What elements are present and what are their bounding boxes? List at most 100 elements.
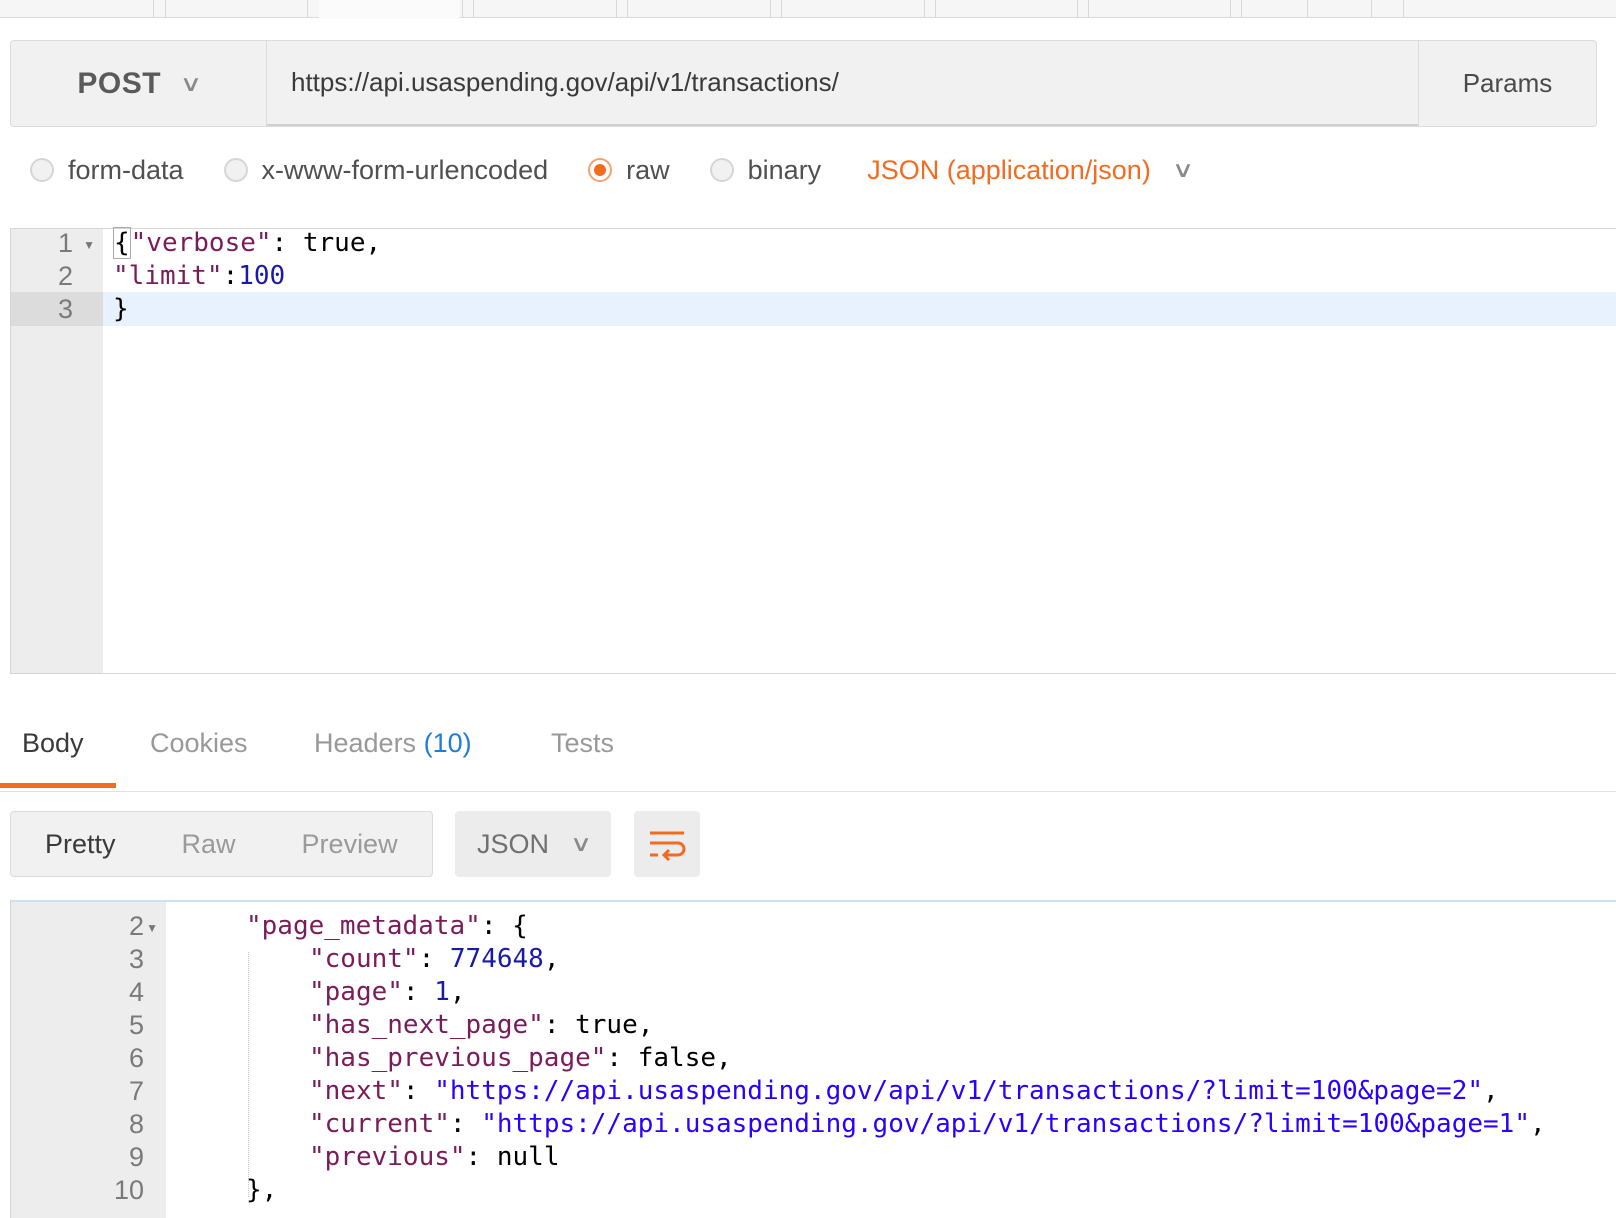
tab-separator bbox=[935, 0, 936, 18]
format-label: JSON bbox=[477, 828, 550, 859]
code-text: "next": "https://api.usaspending.gov/api… bbox=[166, 1076, 1499, 1106]
editor-line-active: 3 } bbox=[11, 292, 1616, 326]
line-number: 9 bbox=[128, 1141, 144, 1172]
json-separator: : bbox=[480, 911, 513, 941]
editor-line: 2 "limit":100 bbox=[11, 259, 1616, 293]
response-body-viewer[interactable]: 2 ▼ "page_metadata": { 3 "count": 774648,… bbox=[10, 900, 1616, 1218]
code-text: "has_next_page": true, bbox=[166, 1010, 653, 1040]
json-separator: : bbox=[402, 977, 435, 1007]
tab-cookies[interactable]: Cookies bbox=[150, 728, 248, 759]
line-number: 2 bbox=[57, 260, 73, 291]
line-number-text: 1 bbox=[57, 227, 73, 258]
code-text: "has_previous_page": false, bbox=[166, 1043, 732, 1073]
radio-form-data[interactable]: form-data bbox=[30, 155, 184, 186]
view-mode-group: Pretty Raw Preview bbox=[10, 811, 433, 877]
radio-button[interactable] bbox=[30, 158, 54, 182]
view-preview-button[interactable]: Preview bbox=[302, 829, 398, 860]
response-line: 5 "has_next_page": true, bbox=[11, 1008, 1616, 1042]
response-tabs: Body Cookies Headers (10) Tests bbox=[0, 700, 1616, 792]
line-number: 4 bbox=[128, 976, 144, 1007]
json-key: "next" bbox=[309, 1076, 403, 1106]
fold-arrow-icon[interactable]: ▼ bbox=[146, 921, 158, 935]
response-line: 9 "previous": null bbox=[11, 1140, 1616, 1174]
code-text: }, bbox=[246, 1175, 278, 1205]
tab-separator bbox=[473, 0, 474, 18]
tab-separator bbox=[462, 0, 463, 18]
json-value: null bbox=[496, 1142, 560, 1172]
tab-headers[interactable]: Headers (10) bbox=[314, 728, 472, 759]
content-type-select[interactable]: JSON (application/json) ∨ bbox=[867, 155, 1194, 186]
json-separator: : bbox=[222, 261, 239, 291]
json-comma: , bbox=[449, 977, 466, 1007]
format-select[interactable]: JSON ∨ bbox=[455, 811, 611, 877]
response-line: 10 }, bbox=[11, 1173, 1616, 1207]
json-separator: : bbox=[606, 1043, 638, 1073]
json-comma: , bbox=[1483, 1076, 1499, 1106]
json-string: "https://api.usaspending.gov/api/v1/tran… bbox=[434, 1076, 1484, 1106]
radio-button-selected[interactable] bbox=[588, 158, 613, 182]
radio-label: raw bbox=[626, 154, 670, 185]
json-key: "page" bbox=[309, 977, 403, 1007]
tab-tests[interactable]: Tests bbox=[551, 728, 614, 759]
json-value: false, bbox=[637, 1043, 732, 1073]
method-select[interactable]: POST ∨ bbox=[11, 41, 267, 126]
view-raw-button[interactable]: Raw bbox=[182, 829, 236, 860]
response-line: 3 "count": 774648, bbox=[11, 942, 1616, 976]
tab-separator bbox=[770, 0, 771, 18]
request-body-editor[interactable]: 1 ▼ {"verbose": true, 2 "limit":100 3 } bbox=[10, 227, 1616, 674]
radio-button[interactable] bbox=[709, 158, 734, 182]
json-key: "count" bbox=[309, 944, 419, 974]
line-number: 3 bbox=[128, 943, 144, 974]
json-comma: , bbox=[543, 944, 560, 974]
url-input[interactable]: https://api.usaspending.gov/api/v1/trans… bbox=[267, 41, 1418, 126]
wrap-lines-button[interactable] bbox=[634, 811, 700, 877]
body-type-selector: form-data x-www-form-urlencoded raw bina… bbox=[30, 148, 1194, 192]
params-button[interactable]: Params bbox=[1418, 41, 1596, 126]
json-separator: : bbox=[449, 1109, 482, 1139]
json-value: true, bbox=[575, 1010, 654, 1040]
json-separator: : bbox=[543, 1010, 576, 1040]
response-line: 8 "current": "https://api.usaspending.go… bbox=[11, 1107, 1616, 1141]
tab-separator bbox=[781, 0, 782, 18]
tab-body[interactable]: Body bbox=[22, 728, 84, 759]
line-number: 10 bbox=[113, 1174, 144, 1205]
radio-raw[interactable]: raw bbox=[588, 155, 670, 186]
tab-separator bbox=[307, 0, 308, 18]
tab-separator bbox=[1077, 0, 1078, 18]
tab-separator bbox=[924, 0, 925, 18]
line-number: 2 ▼ bbox=[11, 909, 166, 943]
tab-separator bbox=[616, 0, 617, 18]
radio-label: x-www-form-urlencoded bbox=[261, 154, 549, 185]
tab-separator bbox=[165, 0, 166, 18]
json-key: "page_metadata" bbox=[246, 911, 481, 941]
code-text: "page": 1, bbox=[166, 977, 466, 1007]
tab-separator bbox=[1307, 0, 1308, 18]
json-comma: , bbox=[1529, 1109, 1546, 1139]
json-value: { bbox=[512, 911, 528, 941]
code-text: "page_metadata": { bbox=[166, 911, 528, 941]
line-number: 8 bbox=[128, 1108, 144, 1139]
code-text: {"verbose": true, bbox=[103, 227, 381, 259]
radio-button[interactable] bbox=[223, 158, 248, 182]
tab-separator bbox=[1241, 0, 1242, 18]
radio-x-www-form-urlencoded[interactable]: x-www-form-urlencoded bbox=[223, 154, 549, 186]
tab-separator bbox=[153, 0, 154, 18]
response-line: 7 "next": "https://api.usaspending.gov/a… bbox=[11, 1074, 1616, 1108]
tab-separator bbox=[627, 0, 628, 18]
active-request-tab[interactable] bbox=[319, 0, 459, 19]
json-number: 1 bbox=[434, 977, 450, 1007]
line-number-text: 2 bbox=[128, 910, 144, 941]
request-tab-strip bbox=[0, 0, 1616, 19]
view-pretty-button[interactable]: Pretty bbox=[45, 829, 116, 860]
fold-arrow-icon[interactable]: ▼ bbox=[83, 238, 95, 252]
radio-label: binary bbox=[747, 154, 822, 185]
line-number: 7 bbox=[128, 1075, 144, 1106]
tab-headers-label: Headers bbox=[314, 728, 417, 758]
json-key: "limit" bbox=[113, 261, 223, 291]
code-text: } bbox=[113, 294, 129, 324]
json-separator: : bbox=[465, 1142, 497, 1172]
radio-binary[interactable]: binary bbox=[709, 154, 822, 186]
json-key: "has_next_page" bbox=[309, 1010, 544, 1040]
json-separator: : bbox=[271, 228, 303, 258]
chevron-down-icon: ∨ bbox=[569, 831, 593, 856]
